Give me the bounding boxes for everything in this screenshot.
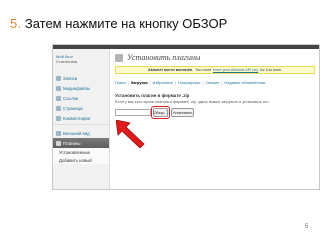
menu-label: Ссылки	[63, 95, 79, 101]
plugin-icon	[56, 140, 61, 146]
akismet-notice: Akismet почти включён. You must enter yo…	[115, 66, 315, 74]
menu-item-comments[interactable]: Комментарии	[53, 113, 109, 123]
main-content: Установить плагины Akismet почти включён…	[111, 49, 319, 189]
notice-bold: Akismet почти включён.	[147, 68, 194, 72]
menu-item-pages[interactable]: Страницы	[53, 103, 109, 113]
pointer-arrow-icon	[116, 120, 145, 148]
comment-icon	[56, 115, 61, 121]
menu-label: Записи	[63, 75, 78, 81]
install-tabs: Поиск | Загрузка | Избранные | Популярные | …	[115, 80, 266, 85]
menu-item-appearance[interactable]: Внешний вид	[53, 128, 109, 138]
menu-item-plugins[interactable]: Плагины	[53, 138, 109, 148]
appearance-icon	[56, 130, 61, 136]
slide-title: 5. Затем нажмите на кнопку ОБЗОР	[10, 16, 227, 31]
menu-item-posts[interactable]: Записи	[53, 73, 109, 83]
menu-label: Внешний вид	[63, 130, 90, 136]
notice-text: You must	[195, 68, 211, 72]
page-icon	[56, 105, 61, 111]
admin-sidebar: Мой блог Статистика Записи Медиафайлы Сс…	[53, 49, 110, 189]
link-icon	[56, 95, 61, 101]
install-now-button[interactable]: Установить	[171, 108, 194, 117]
tab-featured[interactable]: Избранные	[153, 80, 173, 85]
submenu-item-installed[interactable]: Установленные	[53, 148, 109, 156]
upload-description: Если у вас есть архив плагина в формате …	[115, 100, 270, 104]
submenu-label: Добавить новый	[59, 157, 92, 163]
menu-separator	[53, 124, 109, 125]
step-text: Затем нажмите на кнопку ОБЗОР	[24, 16, 228, 31]
brand-stats[interactable]: Статистика	[56, 59, 77, 64]
pin-icon	[56, 75, 61, 81]
submenu-label: Установленные	[59, 149, 90, 155]
menu-item-links[interactable]: Ссылки	[53, 93, 109, 103]
tab-upload[interactable]: Загрузка	[131, 80, 148, 85]
browse-button[interactable]: Обзор...	[153, 108, 168, 117]
tab-search[interactable]: Поиск	[115, 80, 126, 85]
page-title: Установить плагины	[115, 53, 200, 62]
admin-menu: Записи Медиафайлы Ссылки Страницы Коммен…	[53, 73, 109, 164]
page-title-text: Установить плагины	[127, 53, 201, 62]
menu-label: Медиафайлы	[63, 85, 91, 91]
menu-label: Плагины	[63, 140, 81, 146]
menu-label: Страницы	[63, 105, 84, 111]
tab-recently-updated[interactable]: Недавно обновлённые	[224, 80, 265, 85]
tab-newest[interactable]: Свежие	[206, 80, 220, 85]
tab-popular[interactable]: Популярные	[178, 80, 201, 85]
page-number: 5	[305, 224, 309, 230]
notice-api-key-link[interactable]: enter your Akismet API key	[213, 68, 258, 72]
wordpress-screenshot: Мой блог Статистика Записи Медиафайлы Сс…	[52, 44, 320, 190]
upload-heading: Установить плагин в формате .zip	[115, 93, 190, 98]
submenu-item-add-new[interactable]: Добавить новый	[53, 156, 109, 164]
menu-item-media[interactable]: Медиафайлы	[53, 83, 109, 93]
notice-end: for it to work.	[260, 68, 283, 72]
site-brand: Мой блог Статистика	[56, 54, 77, 64]
media-icon	[56, 85, 61, 91]
step-number: 5.	[10, 16, 21, 31]
plugin-icon	[115, 53, 123, 62]
menu-label: Комментарии	[63, 115, 91, 121]
file-path-input[interactable]	[115, 109, 151, 116]
